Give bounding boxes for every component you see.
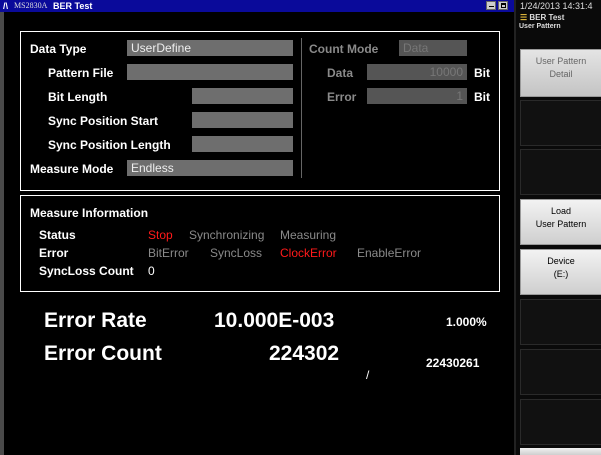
minimize-button[interactable] [486, 1, 496, 10]
status-synchronizing: Synchronizing [189, 228, 265, 242]
data-type-field[interactable]: UserDefine [127, 40, 293, 56]
load-user-pattern-button[interactable]: Load User Pattern [520, 199, 601, 245]
count-mode-label: Count Mode [309, 42, 379, 56]
load-user-pattern-line1: Load [550, 206, 572, 216]
sidebar-header-title: ☰ BER Test [520, 13, 564, 22]
count-separator: / [366, 368, 370, 382]
softkey-2[interactable] [520, 100, 601, 146]
error-count-value: 224302 [269, 342, 340, 365]
error-enableerror: EnableError [357, 246, 422, 260]
softkey-6[interactable] [520, 299, 601, 345]
pattern-file-label: Pattern File [48, 66, 114, 80]
softkey-3[interactable] [520, 149, 601, 195]
error-label: Error [39, 246, 69, 260]
softkey-7[interactable] [520, 349, 601, 395]
softkey-8[interactable] [520, 399, 601, 445]
error-rate-percent: 1.000% [446, 315, 487, 329]
measure-information-panel: Measure Information Status Stop Synchron… [20, 195, 500, 292]
error-count-threshold-unit: Bit [474, 90, 490, 104]
data-count-unit: Bit [474, 66, 490, 80]
user-pattern-detail-line1: User Pattern [535, 56, 587, 66]
status-stop: Stop [148, 228, 173, 242]
sync-position-start-field[interactable] [192, 112, 293, 128]
device-button[interactable]: Device (E:) [520, 249, 601, 295]
right-sidebar: 1/24/2013 14:31:4 ☰ BER Test User Patter… [514, 0, 601, 455]
sidebar-header-subtitle: User Pattern [519, 23, 561, 30]
measure-mode-label: Measure Mode [30, 162, 114, 176]
panel-divider [301, 38, 302, 178]
error-count-threshold-label: Error [327, 90, 357, 104]
status-measuring: Measuring [280, 228, 337, 242]
error-rate-label: Error Rate [44, 309, 147, 332]
date-time: 1/24/2013 14:31:4 [520, 1, 593, 11]
error-clockerror: ClockError [280, 246, 337, 260]
sync-position-length-field[interactable] [192, 136, 293, 152]
device-line2: (E:) [553, 269, 569, 279]
total-count-value: 22430261 [426, 356, 480, 370]
data-count-field[interactable]: 10000 [367, 64, 467, 80]
pattern-file-field[interactable] [127, 64, 293, 80]
anritsu-logo-icon: /\ [3, 1, 9, 11]
model-name: MS2830A [14, 1, 48, 10]
return-button[interactable] [520, 448, 601, 455]
bit-length-field[interactable] [192, 88, 293, 104]
syncloss-count-value: 0 [148, 264, 155, 278]
main-area: Data Type UserDefine Pattern File Bit Le… [0, 12, 514, 455]
error-count-threshold-field[interactable]: 1 [367, 88, 467, 104]
syncloss-count-label: SyncLoss Count [39, 264, 134, 278]
count-mode-field[interactable]: Data [399, 40, 467, 56]
title-bar: /\ MS2830A BER Test [0, 0, 514, 12]
sidebar-header-text: BER Test [529, 13, 565, 22]
app-title: BER Test [53, 1, 93, 11]
data-type-label: Data Type [30, 42, 87, 56]
data-count-label: Data [327, 66, 354, 80]
error-rate-value: 10.000E-003 [214, 309, 335, 332]
error-count-label: Error Count [44, 342, 162, 365]
error-syncloss: SyncLoss [210, 246, 263, 260]
sync-position-start-label: Sync Position Start [48, 114, 159, 128]
measure-mode-field[interactable]: Endless [127, 160, 293, 176]
sync-position-length-label: Sync Position Length [48, 138, 171, 152]
setup-panel: Data Type UserDefine Pattern File Bit Le… [20, 31, 500, 191]
device-line1: Device [547, 256, 575, 266]
maximize-button[interactable] [498, 1, 508, 10]
user-pattern-detail-line2: Detail [549, 69, 573, 79]
ber-test-icon: ☰ [520, 13, 528, 22]
measure-information-title: Measure Information [30, 206, 149, 220]
status-label: Status [39, 228, 76, 242]
load-user-pattern-line2: User Pattern [535, 219, 587, 229]
user-pattern-detail-button[interactable]: User Pattern Detail [520, 49, 601, 97]
bit-length-label: Bit Length [48, 90, 108, 104]
error-biterror: BitError [148, 246, 189, 260]
